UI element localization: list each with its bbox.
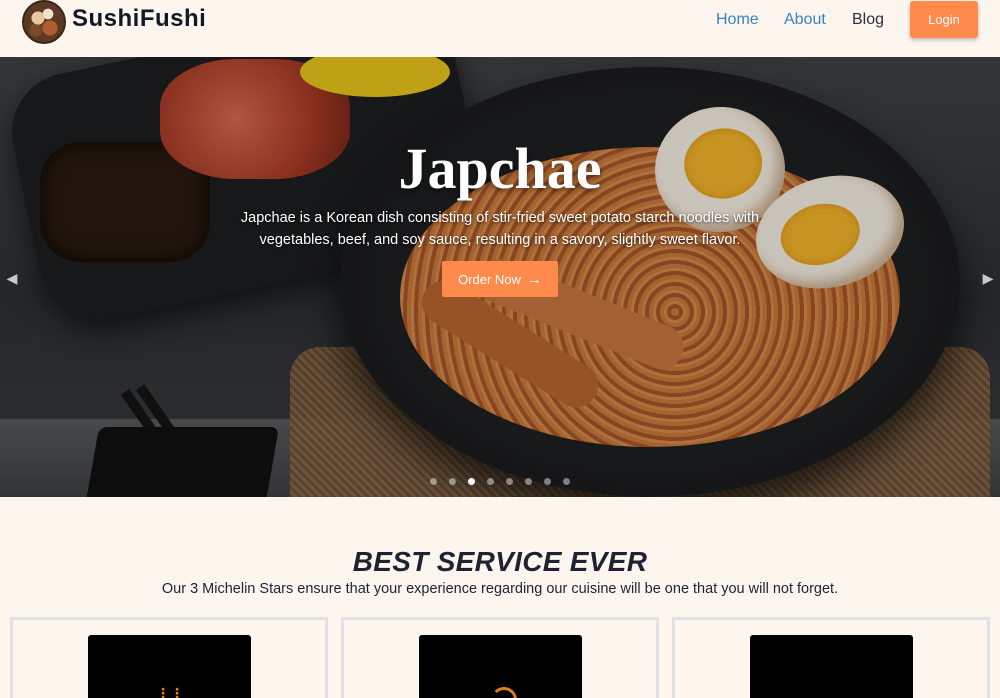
service-card-image: [750, 635, 913, 698]
service-card: [341, 617, 659, 698]
carousel-indicator[interactable]: [506, 478, 513, 485]
login-button[interactable]: Login: [910, 1, 978, 38]
carousel-indicator[interactable]: [544, 478, 551, 485]
nav-link-home[interactable]: Home: [716, 11, 759, 29]
service-card-image: ⋮⋮: [88, 635, 251, 698]
carousel-next-button[interactable]: ▶: [978, 267, 998, 289]
dots-icon: ⋮⋮: [156, 685, 184, 698]
order-now-button[interactable]: Order Now →: [442, 261, 558, 297]
nav-link-blog[interactable]: Blog: [852, 11, 884, 29]
carousel-indicator[interactable]: [525, 478, 532, 485]
carousel-indicators: [0, 478, 1000, 486]
circle-arc-icon: [491, 687, 517, 698]
carousel-indicator[interactable]: [430, 478, 437, 485]
carousel-indicator-active[interactable]: [468, 478, 475, 485]
service-card: ⋮⋮: [10, 617, 328, 698]
nav-link-about[interactable]: About: [784, 11, 826, 29]
order-now-label: Order Now: [458, 271, 521, 287]
service-subtitle: Our 3 Michelin Stars ensure that your ex…: [161, 581, 839, 597]
navbar: SushiFushi Home About Blog Login: [0, 0, 1000, 57]
chevron-right-icon: ▶: [982, 270, 994, 286]
service-title: BEST SERVICE EVER: [352, 546, 648, 577]
hero-title: Japchae: [398, 136, 602, 201]
carousel-prev-button[interactable]: ◀: [2, 267, 22, 289]
service-card-image: [419, 635, 582, 698]
hero-description: Japchae is a Korean dish consisting of s…: [240, 210, 760, 248]
carousel-indicator[interactable]: [487, 478, 494, 485]
brand-logo[interactable]: [22, 0, 66, 44]
brand-name[interactable]: SushiFushi: [72, 5, 206, 33]
service-card: [672, 617, 990, 698]
carousel-indicator[interactable]: [563, 478, 570, 485]
arrow-right-icon: →: [526, 270, 542, 288]
hero-carousel: Japchae Japchae is a Korean dish consist…: [0, 57, 1000, 497]
carousel-indicator[interactable]: [449, 478, 456, 485]
chevron-left-icon: ◀: [6, 270, 18, 286]
